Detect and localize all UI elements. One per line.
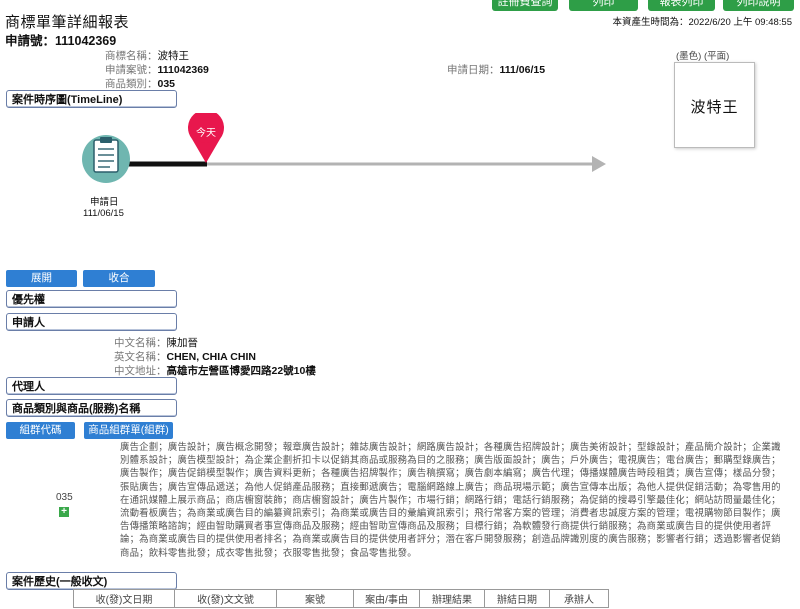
timeline-chart [82,113,606,183]
applicant-cn-name-row: 中文名稱：陳加晉 [114,337,198,349]
application-number: 申請號：111042369 [5,34,117,48]
applicant-en-name-row: 英文名稱：CHEN, CHIA CHIN [114,351,256,363]
section-agent[interactable]: 代理人 [6,377,177,395]
col-date: 收(發)文日期 [73,589,175,608]
section-timeline[interactable]: 案件時序圖(TimeLine) [6,90,177,108]
section-goods[interactable]: 商品類別與商品(服務)名稱 [6,399,177,417]
history-header-row: 收(發)文日期 收(發)文文號 案號 案由/事由 辦理結果 辦結日期 承辦人 [73,589,609,608]
group-list-button[interactable]: 商品組群單(組群) [84,422,173,439]
appdate-row: 申請日期：111/06/15 [447,64,546,76]
section-history[interactable]: 案件歷史(一般收文) [6,572,177,590]
timeline-event-date: 111/06/15 [83,208,124,219]
section-applicant[interactable]: 申請人 [6,313,177,331]
applicant-cn-address-row: 中文地址：高雄市左營區博愛四路22號10樓 [114,365,316,377]
collapse-button[interactable]: 收合 [83,270,155,287]
report-print-button[interactable]: 報表列印 [648,0,715,11]
col-result: 辦理結果 [419,589,485,608]
generated-timestamp: 本資產生時間為：2022/6/20 上午 09:48:55 [612,17,792,28]
clipboard-icon [82,135,130,183]
image-caption: (墨色) (平面) [676,51,730,62]
page-title: 商標單筆詳細報表 [5,14,130,31]
col-case-no: 案號 [276,589,354,608]
timeline-arrow-head [592,156,606,172]
col-reason: 案由/事由 [353,589,420,608]
mark-name-row: 商標名稱：波特王 [105,50,189,62]
class-row: 商品類別：035 [105,78,176,90]
today-label: 今天 [196,128,216,139]
goods-class-no: 035 [56,492,73,503]
col-done-date: 辦結日期 [484,589,550,608]
plus-icon[interactable]: + [59,507,69,517]
fee-query-button[interactable]: 註冊費查詢 [492,0,558,11]
section-priority[interactable]: 優先權 [6,290,177,308]
appno-row: 申請案號：111042369 [105,64,209,76]
print-button[interactable]: 列印 [569,0,638,11]
timeline-event-label: 申請日 [90,197,119,208]
history-table: 收(發)文日期 收(發)文文號 案號 案由/事由 辦理結果 辦結日期 承辦人 [73,589,609,608]
col-handler: 承辦人 [549,589,609,608]
print-help-button[interactable]: 列印說明 [723,0,794,11]
mark-image[interactable]: 波特王 [674,62,755,148]
expand-button[interactable]: 展開 [6,270,77,287]
goods-description: 廣告企劃；廣告設計；廣告概念開發；報章廣告設計；雜誌廣告設計；網路廣告設計；各種… [120,441,781,558]
mark-image-text: 波特王 [690,98,739,116]
group-code-button[interactable]: 組群代碼 [6,422,75,439]
col-doc-no: 收(發)文文號 [174,589,277,608]
